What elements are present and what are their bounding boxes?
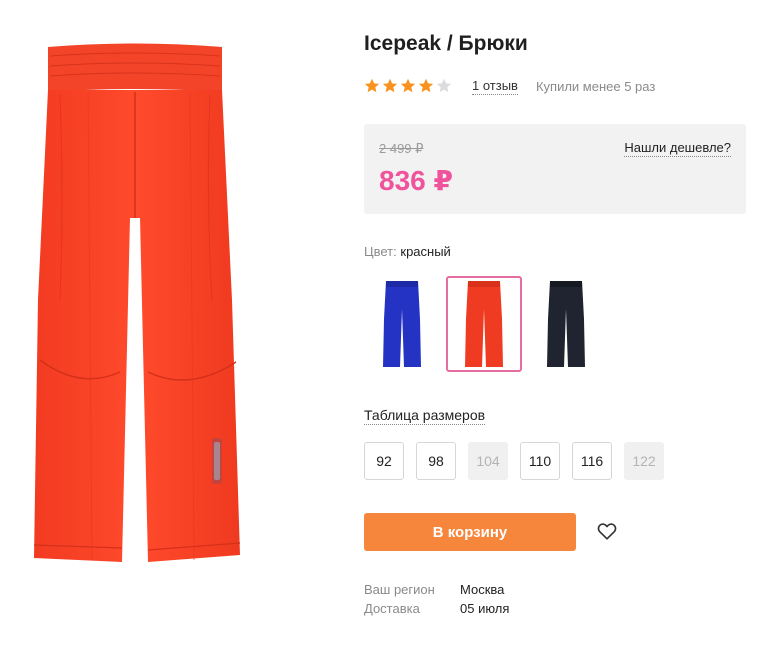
found-cheaper-link[interactable]: Нашли дешевле? bbox=[624, 140, 731, 157]
color-selected-value: красный bbox=[400, 244, 451, 259]
add-to-cart-button[interactable]: В корзину bbox=[364, 513, 576, 551]
size-option-98[interactable]: 98 bbox=[416, 442, 456, 480]
delivery-value: 05 июля bbox=[460, 601, 510, 616]
delivery-row: Доставка 05 июля bbox=[364, 599, 509, 618]
region-row: Ваш регион Москва bbox=[364, 580, 509, 599]
size-option-92[interactable]: 92 bbox=[364, 442, 404, 480]
reviews-link[interactable]: 1 отзыв bbox=[472, 78, 518, 95]
region-label: Ваш регион bbox=[364, 582, 435, 597]
red-pants-thumbnail bbox=[465, 281, 503, 367]
old-price: 2 499 ₽ bbox=[379, 141, 424, 156]
star-filled-icon bbox=[418, 78, 434, 94]
color-label-key: Цвет: bbox=[364, 244, 397, 259]
color-swatch-black[interactable] bbox=[528, 276, 604, 372]
price-box: 2 499 ₽ Нашли дешевле? 836 ₽ bbox=[364, 124, 746, 214]
size-options: 92 98 104 110 116 122 bbox=[364, 442, 664, 480]
region-value[interactable]: Москва bbox=[460, 580, 504, 599]
delivery-info: Ваш регион Москва Доставка 05 июля bbox=[364, 580, 509, 618]
rating-stars bbox=[364, 78, 452, 94]
purchase-count: Купили менее 5 раз bbox=[535, 78, 656, 94]
rating-row: 1 отзыв Купили менее 5 раз bbox=[364, 76, 655, 96]
color-label: Цвет: красный bbox=[364, 244, 451, 259]
star-filled-icon bbox=[364, 78, 380, 94]
current-price: 836 ₽ bbox=[379, 165, 453, 196]
star-filled-icon bbox=[400, 78, 416, 94]
color-swatch-red[interactable] bbox=[446, 276, 522, 372]
color-swatches bbox=[364, 276, 604, 372]
size-option-122: 122 bbox=[624, 442, 664, 480]
product-image[interactable] bbox=[0, 0, 300, 600]
color-swatch-blue[interactable] bbox=[364, 276, 440, 372]
size-option-116[interactable]: 116 bbox=[572, 442, 612, 480]
blue-pants-thumbnail bbox=[383, 281, 421, 367]
orange-pants-image bbox=[33, 43, 241, 562]
product-title: Icepeak / Брюки bbox=[364, 32, 528, 55]
heart-icon[interactable] bbox=[596, 520, 618, 542]
delivery-label: Доставка bbox=[364, 601, 420, 616]
size-option-110[interactable]: 110 bbox=[520, 442, 560, 480]
black-pants-thumbnail bbox=[547, 281, 585, 367]
size-option-104: 104 bbox=[468, 442, 508, 480]
size-table-link[interactable]: Таблица размеров bbox=[364, 407, 486, 425]
star-filled-icon bbox=[382, 78, 398, 94]
star-empty-icon bbox=[436, 78, 452, 94]
